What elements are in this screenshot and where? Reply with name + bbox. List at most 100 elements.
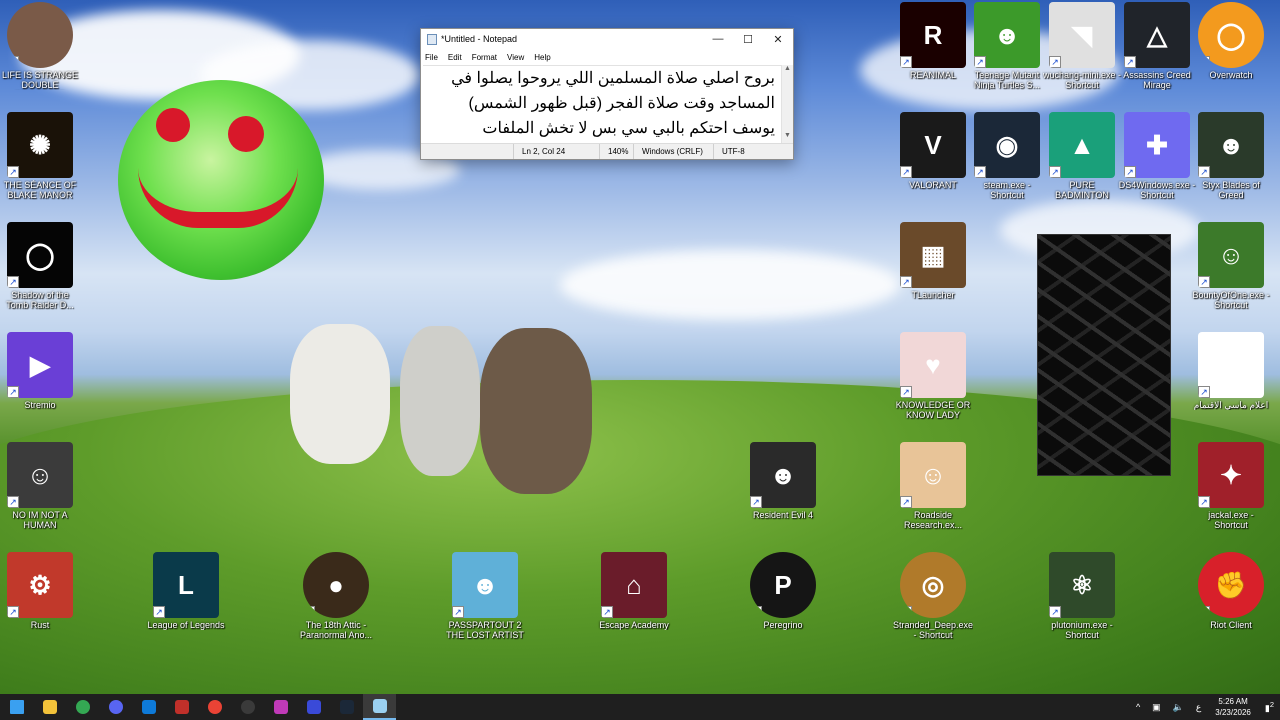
menu-edit[interactable]: Edit [448,53,462,62]
menu-format[interactable]: Format [472,53,497,62]
network-icon[interactable]: ▣ [1146,702,1167,713]
desktop-icon-seance[interactable]: ✺ ↗ THE SÉANCE OF BLAKE MANOR [0,112,80,200]
taskbar-notepad-button[interactable] [363,694,396,720]
taskbar-voicemeeter-button[interactable] [165,694,198,720]
desktop-icon-label: The 18th Attic - Paranormal Ano... [299,620,373,640]
chains-poster [1037,234,1171,476]
line-ending: Windows (CRLF) [633,144,713,159]
minimize-button[interactable]: — [703,29,733,49]
hex-icon [273,700,288,714]
desktop-icon-lol[interactable]: L ↗ League of Legends [146,552,226,630]
desktop-icon-tlauncher[interactable]: ▦ ↗ TLauncher [893,222,973,300]
notepad-title-bar[interactable]: *Untitled - Notepad — ☐ ✕ [421,29,793,49]
desktop-icon-label: Shadow of the Tomb Raider D... [6,290,74,310]
clock[interactable]: 5:26 AM 3/23/2026 [1207,696,1259,718]
desktop-icon-passpartout[interactable]: ☻↗PASSPARTOUT 2 THE LOST ARTIST V1.1.1 [445,552,525,640]
taskbar-store-button[interactable] [132,694,165,720]
desktop-icon-plutonium[interactable]: ⚛ ↗ plutonium.exe - Shortcut [1042,552,1122,640]
menu-view[interactable]: View [507,53,524,62]
shortcut-arrow-icon: ↗ [7,386,19,398]
vertical-scrollbar[interactable]: ▲ ▼ [781,65,793,145]
desktop-icon-wuchang[interactable]: ◥ ↗ wuchang-mini.exe - Shortcut [1042,2,1122,90]
shortcut-arrow-icon: ↗ [900,166,912,178]
shortcut-arrow-icon: ↗ [900,276,912,288]
shortcut-arrow-icon: ↗ [900,606,912,618]
desktop-icon-label: Stranded_Deep.exe - Shortcut [893,620,973,640]
notepad-text-area[interactable]: بروح اصلي صلاة المسلمين اللي يروحوا يصلو… [423,65,781,145]
taskbar-discord-button[interactable] [99,694,132,720]
shortcut-arrow-icon: ↗ [900,496,912,508]
desktop-icon-overwatch[interactable]: ◯ ↗ Overwatch [1191,2,1271,80]
desktop-icon-not-human[interactable]: ☺ ↗ NO IM NOT A HUMAN [0,442,80,530]
notepad-title: *Untitled - Notepad [441,34,518,44]
desktop-icon-tomb-raider[interactable]: ◯ ↗ Shadow of the Tomb Raider D... [0,222,80,310]
voicemeeter-icon [174,700,189,714]
desktop-icon-riot[interactable]: ✊ ↗ Riot Client [1191,552,1271,630]
desktop-icon-label: TLauncher [911,290,955,300]
shortcut-arrow-icon: ↗ [601,606,613,618]
desktop-icon-escape[interactable]: ⌂ ↗ Escape Academy [594,552,674,630]
arabic-file-icon: ↗ [1198,332,1264,398]
desktop-icon-label: THE SÉANCE OF BLAKE MANOR [3,180,77,200]
language-indicator[interactable]: ع [1190,702,1207,713]
chevron-up-icon[interactable]: ^ [1130,702,1146,712]
taskbar-start-button[interactable] [0,694,33,720]
desktop-icon-label: Roadside Research.ex... [903,510,963,530]
chrome2-icon [207,700,222,714]
desktop-icon-resident-evil[interactable]: ☻ ↗ Resident Evil 4 [743,442,823,520]
desktop-icon-jackal[interactable]: ✦ ↗ jackal.exe - Shortcut [1191,442,1271,530]
notepad-window[interactable]: *Untitled - Notepad — ☐ ✕ File Edit Form… [420,28,794,160]
desktop-icon-arabic-file[interactable]: ↗ اعلام ماسي الاقتمام [1191,332,1271,410]
desktop-icon-stremio[interactable]: ▶ ↗ Stremio [0,332,80,410]
taskbar-hex-button[interactable] [264,694,297,720]
desktop-icon-steam[interactable]: ◉ ↗ steam.exe - Shortcut [967,112,1047,200]
shortcut-arrow-icon: ↗ [1124,56,1136,68]
taskbar-steam-button[interactable] [330,694,363,720]
shortcut-arrow-icon: ↗ [974,166,986,178]
desktop-icon-knowledge[interactable]: ♥ ↗ KNOWLEDGE OR KNOW LADY [893,332,973,420]
desktop-icon-valorant[interactable]: V ↗ VALORANT [893,112,973,190]
desktop-icon-roadside[interactable]: ☺ ↗ Roadside Research.ex... [893,442,973,530]
desktop-icon-acmirage[interactable]: △ ↗ Assassins Creed Mirage [1117,2,1197,90]
shortcut-arrow-icon: ↗ [750,606,762,618]
maximize-button[interactable]: ☐ [733,29,763,49]
taskbar-explorer-button[interactable] [33,694,66,720]
desktop-icon-pure-badminton[interactable]: ▲ ↗ PURE BADMINTON [1042,112,1122,200]
desktop-icon-attic[interactable]: ● ↗ The 18th Attic - Paranormal Ano... [296,552,376,640]
store-icon [141,700,156,714]
scroll-down-icon[interactable]: ▼ [782,132,793,139]
desktop-icon-label: Riot Client [1210,620,1252,630]
desktop-icon-label: steam.exe - Shortcut [983,180,1031,200]
menu-file[interactable]: File [425,53,438,62]
desktop-icon-reanimal[interactable]: R ↗ REANIMAL [893,2,973,80]
shortcut-arrow-icon: ↗ [1049,606,1061,618]
start-icon [9,700,24,714]
desktop-icon-label: اعلام ماسي الاقتمام [1193,400,1269,410]
tlauncher-icon: ▦ ↗ [900,222,966,288]
desktop-icon-label: REANIMAL [909,70,956,80]
taskbar-obs-button[interactable] [231,694,264,720]
desktop-icon-life-strange[interactable]: ↗ LIFE IS STRANGE DOUBLE EXPOSURE [0,2,80,90]
knowledge-icon: ♥ ↗ [900,332,966,398]
desktop-icon-styx[interactable]: ☻ ↗ Styx Blades of Greed [1191,112,1271,200]
desktop-icon-tmnt[interactable]: ☻ ↗ Teenage Mutant Ninja Turtles S... [967,2,1047,90]
smiley-sticker [118,80,324,280]
scroll-up-icon[interactable]: ▲ [782,65,793,72]
obs-icon [240,700,255,714]
shortcut-arrow-icon: ↗ [1198,56,1210,68]
notification-icon[interactable]: ▮2 [1259,700,1280,714]
menu-help[interactable]: Help [534,53,550,62]
shortcut-arrow-icon: ↗ [153,606,165,618]
desktop-icon-label: Styx Blades of Greed [1202,180,1260,200]
desktop-icon-peregrino[interactable]: P ↗ Peregrino [743,552,823,630]
taskbar-chrome-button[interactable] [66,694,99,720]
taskbar-app-button[interactable] [297,694,330,720]
desktop-icon-bounty[interactable]: ☺ ↗ BountyOfOne.exe - Shortcut [1191,222,1271,310]
desktop-icon-rust[interactable]: ⚙ ↗ Rust [0,552,80,630]
volume-icon[interactable]: 🔈 [1167,702,1190,713]
desktop-icon-ds4[interactable]: ✚ ↗ DS4Windows.exe - Shortcut [1117,112,1197,200]
taskbar-chrome2-button[interactable] [198,694,231,720]
close-button[interactable]: ✕ [763,29,793,49]
desktop-icon-label: wuchang-mini.exe - Shortcut [1042,70,1122,90]
desktop-icon-stranded[interactable]: ◎ ↗ Stranded_Deep.exe - Shortcut [893,552,973,640]
